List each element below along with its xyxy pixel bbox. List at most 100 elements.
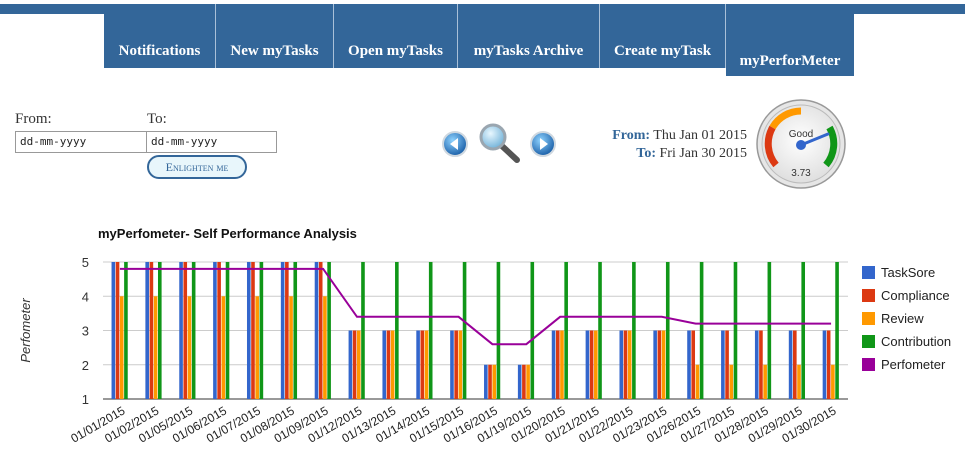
bar-review [594, 330, 598, 399]
bar-tasksore [416, 330, 420, 399]
bar-compliance [793, 330, 797, 399]
legend-label: Perfometer [881, 357, 946, 372]
tab-notifications[interactable]: Notifications [104, 4, 216, 68]
bar-review [695, 364, 700, 399]
bar-review [255, 296, 259, 399]
performance-chart: 12345Perfometer01/01/201501/02/201501/05… [18, 255, 848, 446]
legend-item: Review [862, 307, 951, 330]
bar-compliance [420, 330, 425, 399]
legend-swatch [862, 289, 875, 302]
bar-compliance [217, 262, 221, 399]
bar-tasksore [246, 262, 251, 399]
gauge-value: 3.73 [791, 168, 811, 179]
bar-compliance [285, 262, 289, 399]
bar-review [729, 364, 734, 399]
bar-tasksore [687, 330, 691, 399]
legend-swatch [862, 358, 875, 371]
bar-contribution [496, 262, 501, 399]
bar-contribution [632, 262, 636, 399]
range-from-label: From: [612, 128, 651, 143]
range-to-value: Fri Jan 30 2015 [659, 146, 748, 161]
bar-tasksore [450, 330, 454, 399]
enlighten-me-button[interactable]: Enlighten me [147, 155, 247, 179]
bar-contribution [564, 262, 568, 399]
bar-contribution [225, 262, 230, 399]
bar-tasksore [111, 262, 116, 399]
bar-tasksore [314, 262, 319, 399]
bar-tasksore [551, 330, 556, 399]
bar-tasksore [280, 262, 285, 399]
tab-new-mytasks[interactable]: New myTasks [216, 4, 334, 68]
bar-compliance [589, 330, 594, 399]
bar-review [424, 330, 429, 399]
legend-swatch [862, 312, 875, 325]
bar-review [492, 364, 497, 399]
bar-tasksore [822, 330, 827, 399]
bar-compliance [454, 330, 458, 399]
legend-item: Compliance [862, 284, 951, 307]
to-label: To: [147, 111, 167, 127]
chart-title: myPerfometer- Self Performance Analysis [98, 226, 357, 241]
main-nav: Notifications New myTasks Open myTasks m… [104, 4, 854, 76]
from-date-input[interactable]: dd-mm-yyyy [15, 131, 147, 153]
bar-compliance [488, 364, 492, 399]
next-arrow-icon[interactable] [529, 130, 557, 158]
bar-compliance [826, 330, 831, 399]
bar-compliance [691, 330, 696, 399]
bar-review [119, 296, 124, 399]
range-from: From: Thu Jan 01 2015 [612, 128, 747, 144]
bar-contribution [530, 262, 535, 399]
bar-compliance [623, 330, 628, 399]
bar-compliance [183, 262, 188, 399]
bar-contribution [259, 262, 264, 399]
bar-contribution [395, 262, 399, 399]
bar-contribution [733, 262, 738, 399]
y-tick-label: 2 [82, 358, 89, 373]
bar-compliance [149, 262, 154, 399]
bar-review [390, 330, 395, 399]
gauge-label: Good [789, 129, 813, 140]
bar-review [323, 296, 327, 399]
bar-compliance [318, 262, 323, 399]
bar-review [797, 364, 801, 399]
bar-contribution [598, 262, 602, 399]
bar-tasksore [517, 364, 522, 399]
legend-swatch [862, 266, 875, 279]
y-tick-label: 5 [82, 255, 89, 270]
legend-label: Compliance [881, 288, 950, 303]
bar-review [153, 296, 158, 399]
bar-review [560, 330, 564, 399]
range-from-value: Thu Jan 01 2015 [653, 128, 747, 143]
bar-contribution [767, 262, 772, 399]
from-label: From: [15, 111, 52, 127]
bar-contribution [835, 262, 839, 399]
bar-compliance [555, 330, 560, 399]
range-to-label: To: [636, 146, 656, 161]
tab-mytasks-archive[interactable]: myTasks Archive [458, 4, 600, 68]
magnifier-icon[interactable] [478, 122, 522, 164]
legend-item: TaskSore [862, 261, 951, 284]
legend-item: Contribution [862, 330, 951, 353]
bar-review [831, 364, 835, 399]
bar-compliance [522, 364, 526, 399]
bar-review [526, 364, 530, 399]
bar-contribution [124, 262, 128, 399]
tab-myperformeter[interactable]: myPerforMeter [726, 4, 854, 76]
tab-create-mytask[interactable]: Create myTask [600, 4, 726, 68]
legend-label: Contribution [881, 334, 952, 349]
to-date-input[interactable]: dd-mm-yyyy [146, 131, 277, 153]
tab-open-mytasks[interactable]: Open myTasks [334, 4, 458, 68]
bar-tasksore [348, 330, 353, 399]
bar-tasksore [619, 330, 624, 399]
y-tick-label: 1 [82, 392, 89, 407]
bar-contribution [191, 262, 196, 399]
bar-contribution [801, 262, 806, 399]
bar-compliance [657, 330, 662, 399]
bar-contribution [462, 262, 467, 399]
bar-review [221, 296, 226, 399]
bar-compliance [725, 330, 729, 399]
prev-arrow-icon[interactable] [441, 130, 469, 158]
bar-contribution [665, 262, 670, 399]
bar-tasksore [721, 330, 725, 399]
y-axis-label: Perfometer [18, 298, 33, 363]
